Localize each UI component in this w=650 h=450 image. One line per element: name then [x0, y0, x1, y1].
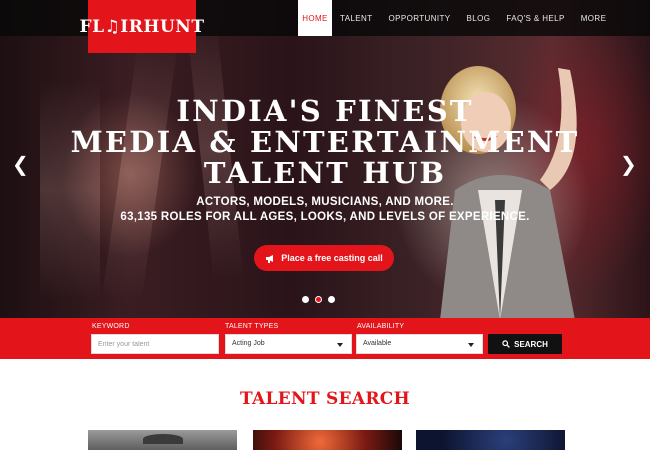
talent-search-title: TALENT SEARCH	[240, 389, 410, 409]
nav-blog[interactable]: BLOG	[459, 0, 499, 36]
casting-call-label: Place a free casting call	[281, 253, 383, 263]
availability-select[interactable]: Available	[356, 334, 483, 354]
nav-faq-help[interactable]: FAQ'S & HELP	[498, 0, 572, 36]
subline-line: 63,135 ROLES FOR ALL AGES, LOOKS, AND LE…	[120, 211, 530, 223]
keyword-field[interactable]	[91, 334, 219, 354]
carousel-dots	[302, 296, 335, 303]
search-button-label: SEARCH	[514, 339, 548, 349]
talent-types-value: Acting Job	[232, 340, 265, 347]
talent-card-image[interactable]	[416, 430, 565, 450]
talent-types-label: TALENT TYPES	[225, 323, 279, 330]
logo-text: FL♫IRHUNT	[79, 16, 205, 37]
keyword-label: KEYWORD	[92, 323, 130, 330]
nav-talent[interactable]: TALENT	[332, 0, 380, 36]
search-button[interactable]: SEARCH	[488, 334, 562, 354]
chevron-down-icon	[468, 343, 474, 347]
headline-line: TALENT HUB	[203, 156, 447, 190]
keyword-input[interactable]	[98, 335, 218, 353]
main-nav: HOME TALENT OPPORTUNITY BLOG FAQ'S & HEL…	[298, 0, 614, 36]
chevron-down-icon	[337, 343, 343, 347]
carousel-dot[interactable]	[328, 296, 335, 303]
hero-headline: INDIA'S FINEST MEDIA & ENTERTAINMENT TAL…	[0, 96, 650, 189]
hero-subline: ACTORS, MODELS, MUSICIANS, AND MORE. 63,…	[0, 195, 650, 225]
talent-card-image[interactable]	[253, 430, 402, 450]
availability-value: Available	[363, 340, 392, 347]
casting-call-button[interactable]: Place a free casting call	[254, 245, 394, 271]
nav-opportunity[interactable]: OPPORTUNITY	[380, 0, 458, 36]
search-icon	[502, 340, 510, 348]
hat-shape	[143, 434, 183, 444]
availability-label: AVAILABILITY	[357, 323, 405, 330]
headline-line: INDIA'S FINEST	[176, 94, 474, 128]
site-logo[interactable]: FL♫IRHUNT	[80, 0, 204, 53]
megaphone-icon	[266, 254, 274, 263]
carousel-next-arrow[interactable]: ❯	[620, 155, 637, 175]
talent-card-image[interactable]	[88, 430, 237, 450]
headline-line: MEDIA & ENTERTAINMENT	[70, 125, 580, 159]
talent-types-select[interactable]: Acting Job	[225, 334, 352, 354]
nav-more[interactable]: MORE	[573, 0, 615, 36]
subline-line: ACTORS, MODELS, MUSICIANS, AND MORE.	[196, 196, 454, 208]
search-bar: KEYWORD TALENT TYPES Acting Job AVAILABI…	[0, 318, 650, 359]
carousel-dot-active[interactable]	[315, 296, 322, 303]
carousel-prev-arrow[interactable]: ❮	[12, 155, 29, 175]
carousel-dot[interactable]	[302, 296, 309, 303]
nav-home[interactable]: HOME	[298, 0, 332, 36]
